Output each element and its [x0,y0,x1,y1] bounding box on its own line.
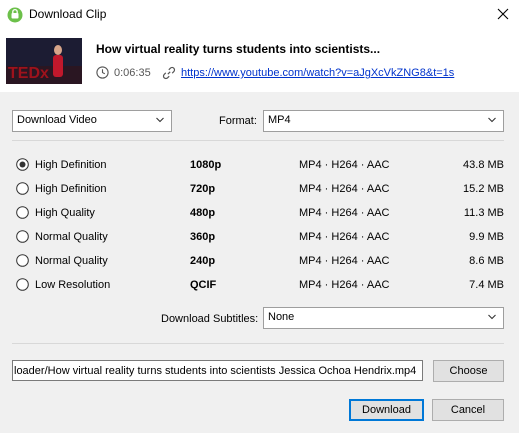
clock-icon [96,66,109,79]
codec-label: MP4 · H264 · AAC [299,231,390,243]
video-thumbnail: TEDx [6,38,82,84]
quality-label: Low Resolution [35,279,111,291]
divider [12,140,504,141]
file-size-label: 9.9 MB [469,231,504,243]
subtitles-dropdown-value: None [268,311,295,323]
codec-label: MP4 · H264 · AAC [299,159,390,171]
file-size-label: 8.6 MB [469,255,504,267]
radio-button[interactable] [16,182,29,195]
action-dropdown-value: Download Video [17,114,97,126]
cancel-button[interactable]: Cancel [432,399,504,421]
link-icon [162,66,176,80]
quality-label: Normal Quality [35,231,108,243]
radio-button[interactable] [16,206,29,219]
resolution-label: 480p [190,207,216,219]
file-size-label: 11.3 MB [463,207,504,219]
file-size-label: 7.4 MB [469,279,504,291]
radio-button[interactable] [16,254,29,267]
clip-duration: 0:06:35 [114,67,151,79]
file-size-label: 15.2 MB [463,183,504,195]
window-title: Download Clip [29,7,107,21]
format-dropdown[interactable]: MP4 [263,110,504,132]
clip-url-link[interactable]: https://www.youtube.com/watch?v=aJgXcVkZ… [181,67,454,79]
chevron-down-icon [156,117,164,123]
quality-label: High Definition [35,183,107,195]
svg-text:TEDx: TEDx [8,65,49,82]
codec-label: MP4 · H264 · AAC [299,183,390,195]
format-dropdown-value: MP4 [268,114,291,126]
divider [12,343,504,344]
app-logo-icon [7,7,23,23]
action-dropdown[interactable]: Download Video [12,110,172,132]
resolution-label: 720p [190,183,216,195]
file-size-label: 43.8 MB [463,159,504,171]
resolution-label: 240p [190,255,216,267]
resolution-label: 1080p [190,159,222,171]
chevron-down-icon [488,314,496,320]
radio-button[interactable] [16,230,29,243]
radio-button[interactable] [16,278,29,291]
quality-label: High Definition [35,159,107,171]
output-path-field[interactable]: loader/How virtual reality turns student… [12,360,423,381]
resolution-label: QCIF [190,279,217,291]
quality-label: Normal Quality [35,255,108,267]
subtitles-label: Download Subtitles: [161,313,259,325]
clip-title: How virtual reality turns students into … [96,42,381,56]
codec-label: MP4 · H264 · AAC [299,255,390,267]
choose-button[interactable]: Choose [433,360,504,382]
close-icon[interactable] [494,5,512,23]
subtitles-dropdown[interactable]: None [263,307,504,329]
format-label: Format: [219,115,257,127]
download-button[interactable]: Download [349,399,424,421]
quality-label: High Quality [35,207,95,219]
resolution-label: 360p [190,231,216,243]
chevron-down-icon [488,117,496,123]
codec-label: MP4 · H264 · AAC [299,207,390,219]
radio-button[interactable] [16,158,29,171]
codec-label: MP4 · H264 · AAC [299,279,390,291]
